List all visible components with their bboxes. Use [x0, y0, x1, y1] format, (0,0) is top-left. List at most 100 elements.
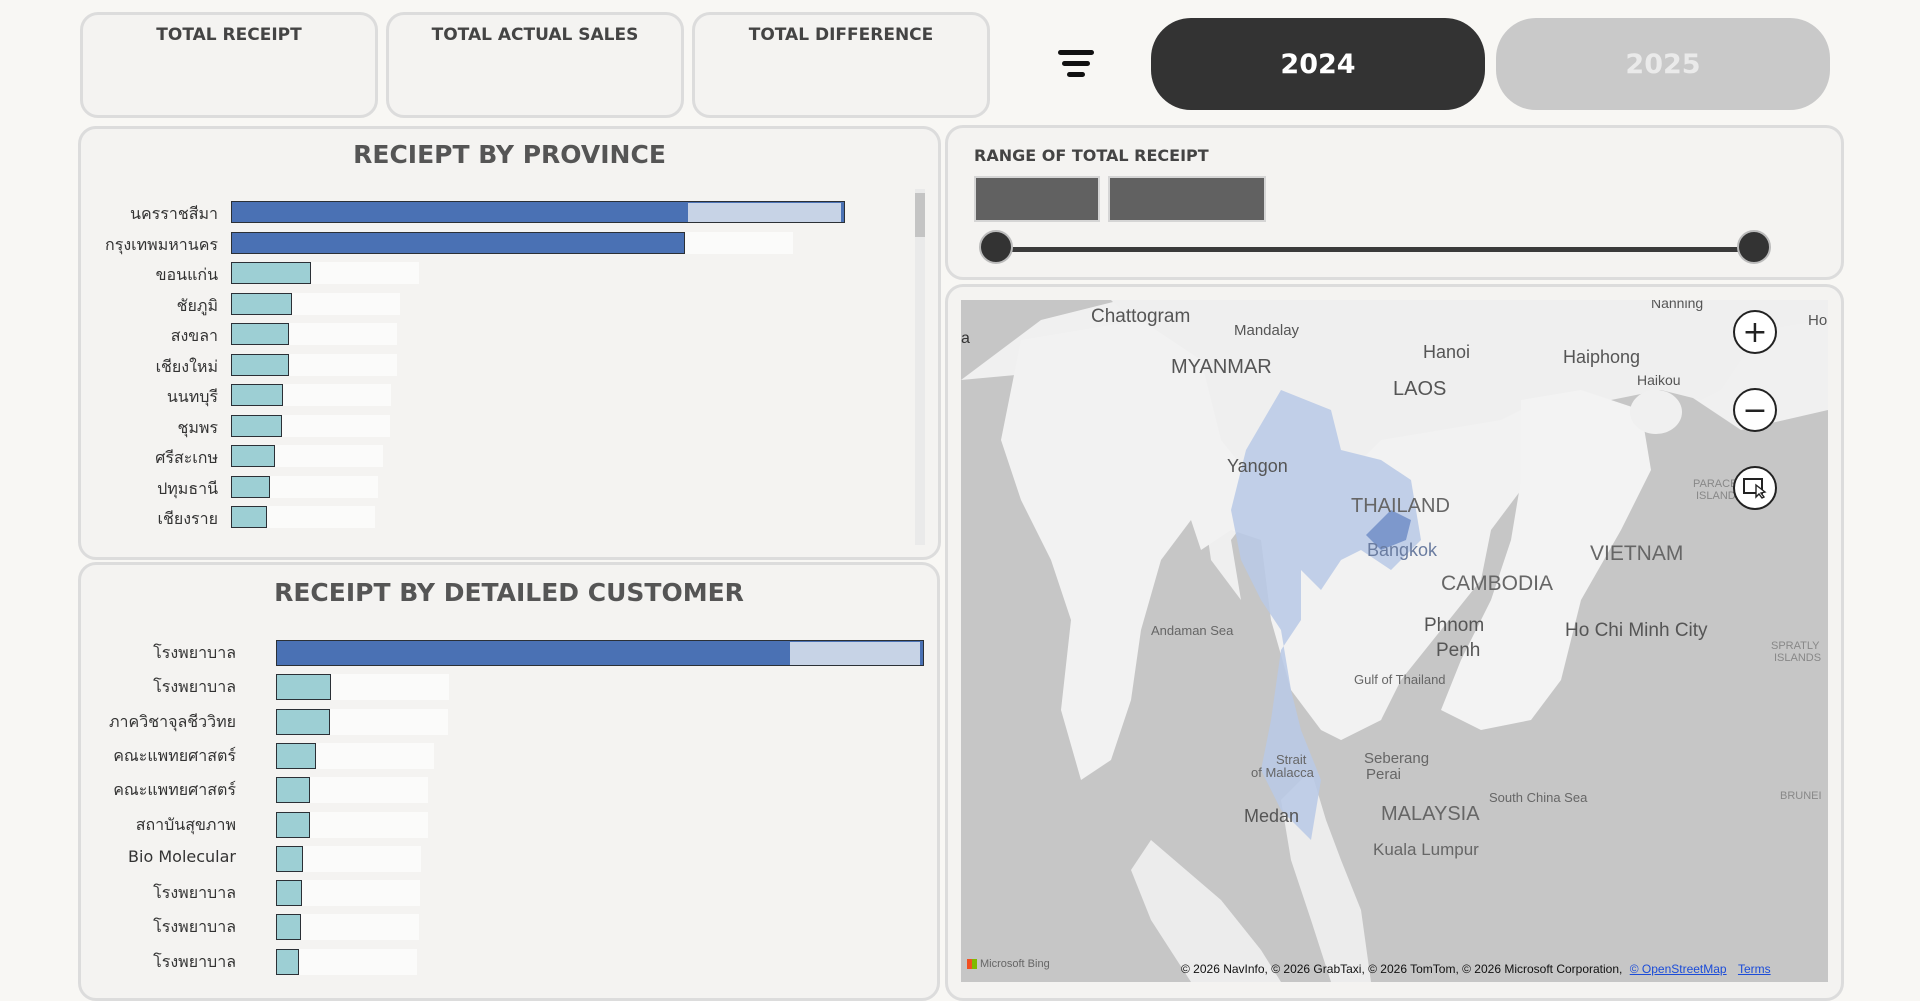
microsoft-logo-icon — [967, 959, 977, 970]
kpi-title: TOTAL RECEIPT — [156, 25, 302, 45]
zoom-in-icon[interactable]: + — [1733, 310, 1777, 354]
terms-link[interactable]: Terms — [1738, 962, 1771, 976]
kpi-card-total-difference: TOTAL DIFFERENCE — [692, 12, 990, 118]
map-place-label: THAILAND — [1351, 495, 1450, 517]
bar-label: ภาควิชาจุลชีววิทย — [109, 711, 236, 731]
filter-menu-icon[interactable] — [1056, 48, 1096, 80]
bar-label: ปทุมธานี — [157, 478, 218, 498]
kpi-card-total-receipt: TOTAL RECEIPT — [80, 12, 378, 118]
map-place-label: Penh — [1436, 640, 1481, 661]
bar-label: คณะแพทยศาสตร์ — [113, 745, 236, 765]
bar[interactable] — [276, 708, 331, 735]
map-place-label: Hanoi — [1423, 342, 1471, 362]
bar-label: นครราชสีมา — [130, 204, 218, 223]
map-attribution: © 2026 NavInfo, © 2026 GrabTaxi, © 2026 … — [1181, 962, 1771, 976]
bar[interactable] — [231, 414, 282, 437]
range-max-input[interactable] — [1108, 176, 1266, 222]
bar-label: คณะแพทยศาสตร์ — [113, 780, 236, 800]
map-place-label: Mandalay — [1234, 322, 1300, 339]
bar-label: ชัยภูมิ — [176, 295, 218, 315]
bar-label: ชุมพร — [177, 417, 218, 437]
year-button-2025[interactable]: 2025 — [1496, 18, 1830, 110]
map-place-label: Chattogram — [1091, 306, 1191, 327]
kpi-title: TOTAL DIFFERENCE — [748, 25, 934, 45]
map-place-label: Seberang — [1364, 750, 1430, 767]
map-place-label: Nanning — [1651, 300, 1704, 311]
range-slider-track[interactable] — [996, 247, 1754, 252]
scrollbar-thumb[interactable] — [915, 193, 925, 237]
bar-label: โรงพยาบาล — [153, 883, 236, 903]
province-chart-title: RECIEPT BY PROVINCE — [353, 140, 666, 169]
map-place-label: Ho Chi Minh City — [1565, 620, 1708, 641]
map-place-label: MALAYSIA — [1381, 803, 1480, 825]
bar[interactable] — [231, 353, 289, 376]
map-place-label: Perai — [1366, 766, 1402, 783]
map-place-label: ISLANDS — [1774, 652, 1822, 664]
bar[interactable] — [231, 384, 284, 406]
bar[interactable] — [276, 674, 332, 701]
map-place-label: South China Sea — [1489, 790, 1588, 805]
bar-label: Bio Molecular — [128, 846, 236, 866]
bar[interactable] — [231, 506, 267, 528]
bar[interactable] — [231, 323, 290, 345]
map-place-label: LAOS — [1393, 378, 1447, 400]
bar-label: โรงพยาบาล — [153, 643, 236, 662]
year-button-2024[interactable]: 2024 — [1151, 18, 1485, 110]
bar[interactable] — [276, 914, 301, 941]
range-slicer-panel: RANGE OF TOTAL RECEIPT — [945, 125, 1844, 280]
map-place-label: Hoi — [1808, 312, 1828, 329]
zoom-out-icon[interactable]: − — [1733, 388, 1777, 432]
province-chart-panel: RECIEPT BY PROVINCE นครราชสีมากรุงเทพมหา… — [78, 126, 941, 560]
bar-label: สงขลา — [170, 326, 218, 345]
bar[interactable] — [231, 445, 276, 467]
bar[interactable] — [231, 292, 293, 315]
bar[interactable] — [231, 262, 311, 284]
map-place-label: Bangkok — [1367, 540, 1438, 560]
bar[interactable] — [231, 231, 686, 254]
map-place-label: Phnom — [1424, 615, 1485, 636]
map-place-label: of Malacca — [1251, 765, 1314, 780]
bar-label: ศรีสะเกษ — [155, 448, 218, 467]
map-brand: Microsoft Bing — [967, 958, 1050, 970]
map-place-label: a — [961, 330, 970, 347]
bar-label: สถาบันสุขภาพ — [135, 814, 236, 834]
bar[interactable] — [231, 475, 270, 498]
map-place-label: Kuala Lumpur — [1373, 840, 1479, 859]
bar[interactable] — [276, 742, 317, 769]
range-slicer-title: RANGE OF TOTAL RECEIPT — [974, 146, 1209, 165]
kpi-title: TOTAL ACTUAL SALES — [431, 25, 639, 45]
map-place-label: Medan — [1244, 806, 1300, 826]
map-place-label: MYANMAR — [1171, 356, 1272, 378]
bar-label: ขอนแก่น — [155, 265, 218, 284]
map-place-label: Haikou — [1637, 372, 1681, 388]
customer-chart-panel: RECEIPT BY DETAILED CUSTOMER โรงพยาบาลโร… — [78, 562, 940, 1001]
bar-label: โรงพยาบาล — [153, 917, 236, 937]
range-min-input[interactable] — [974, 176, 1100, 222]
bar-label: กรุงเทพมหานคร — [105, 234, 218, 254]
map-visual[interactable]: a Chattogram Mandalay Nanning Hoi MYANMAR Hano… — [961, 300, 1828, 982]
range-slider-max-handle[interactable] — [1737, 230, 1771, 264]
map-place-label: Andaman Sea — [1151, 623, 1234, 638]
bar-label: นนทบุรี — [166, 387, 218, 406]
customer-chart-title: RECEIPT BY DETAILED CUSTOMER — [274, 578, 744, 607]
map-place-label: Gulf of Thailand — [1354, 672, 1446, 687]
bar[interactable] — [276, 811, 310, 838]
bar[interactable] — [276, 880, 302, 907]
map-place-label: Haiphong — [1563, 347, 1641, 367]
bar-highlight — [687, 202, 841, 222]
openstreetmap-link[interactable]: © OpenStreetMap — [1630, 962, 1727, 976]
map-place-label: Yangon — [1227, 456, 1288, 476]
province-scrollbar[interactable] — [915, 189, 925, 545]
map-place-label: SPRATLY — [1771, 640, 1820, 652]
bar-highlight — [790, 641, 920, 665]
bar-label: เชียงใหม่ — [155, 356, 218, 376]
map-place-label: VIETNAM — [1590, 542, 1684, 565]
bar-label: โรงพยาบาล — [153, 677, 236, 697]
bar-label: เชียงราย — [157, 509, 218, 528]
kpi-card-total-actual-sales: TOTAL ACTUAL SALES — [386, 12, 684, 118]
bar[interactable] — [276, 845, 304, 872]
bar[interactable] — [276, 777, 311, 804]
select-area-icon[interactable] — [1733, 466, 1777, 510]
bar[interactable] — [276, 948, 300, 975]
range-slider-min-handle[interactable] — [979, 230, 1013, 264]
